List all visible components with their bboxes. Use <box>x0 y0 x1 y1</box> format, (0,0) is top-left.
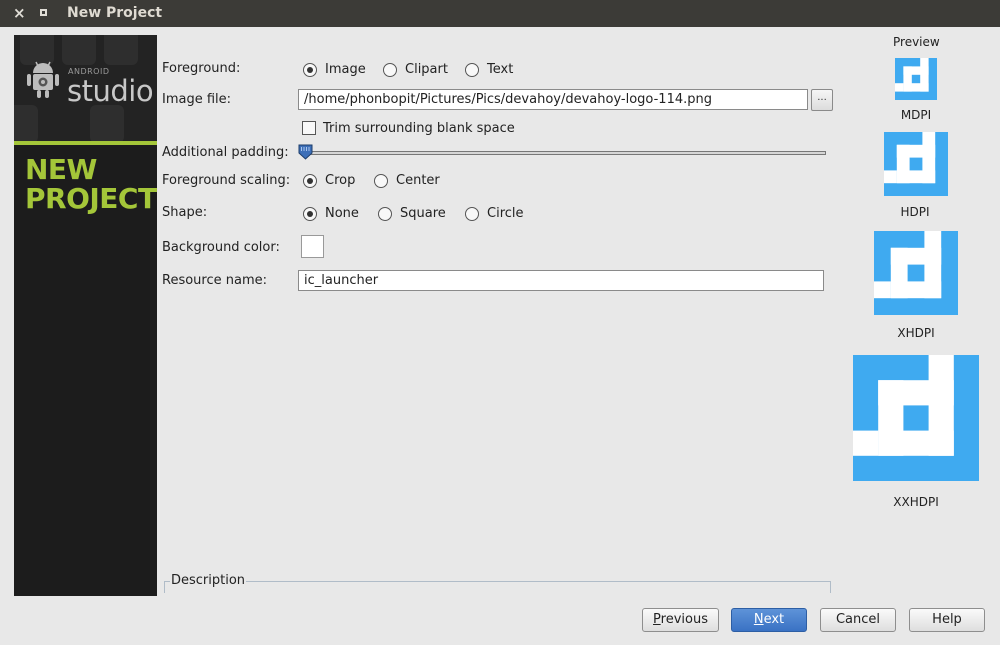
previous-button[interactable]: Previous <box>642 608 719 632</box>
density-label-xhdpi: XHDPI <box>897 326 935 340</box>
padding-slider-track[interactable] <box>305 151 826 155</box>
shape-circle-label[interactable]: Circle <box>487 206 524 221</box>
padding-slider-thumb[interactable] <box>298 144 313 160</box>
density-label-xxhdpi: XXHDPI <box>893 495 939 509</box>
devahoy-logo-icon-xhdpi <box>874 231 958 315</box>
foreground-image-label[interactable]: Image <box>325 62 366 77</box>
density-label-hdpi: HDPI <box>900 205 930 219</box>
previous-label-rest: revious <box>660 612 708 627</box>
banner-header: ANDROID studio <box>14 35 157 143</box>
shape-circle-radio[interactable] <box>465 207 479 221</box>
scaling-center-label[interactable]: Center <box>396 173 440 188</box>
background-color-label: Background color: <box>162 240 280 255</box>
cancel-button[interactable]: Cancel <box>820 608 896 632</box>
brand-big-text: studio <box>67 74 154 108</box>
banner-tile <box>62 35 96 65</box>
padding-label: Additional padding: <box>162 145 289 160</box>
next-button[interactable]: Next <box>731 608 807 632</box>
scaling-center-radio[interactable] <box>374 174 388 188</box>
devahoy-logo-icon-hdpi <box>884 132 948 196</box>
density-label-mdpi: MDPI <box>900 108 932 122</box>
previous-mnemonic: P <box>653 612 661 627</box>
shape-none-label[interactable]: None <box>325 206 359 221</box>
window-title: New Project <box>67 5 163 21</box>
trim-label[interactable]: Trim surrounding blank space <box>323 121 515 136</box>
resource-name-label: Resource name: <box>162 273 267 288</box>
help-button[interactable]: Help <box>909 608 985 632</box>
foreground-clipart-label[interactable]: Clipart <box>405 62 448 77</box>
shape-label: Shape: <box>162 205 208 220</box>
preview-title: Preview <box>893 35 940 49</box>
title-bar: × New Project <box>0 0 1000 27</box>
foreground-text-label[interactable]: Text <box>487 62 513 77</box>
shape-none-radio[interactable] <box>303 207 317 221</box>
description-label: Description <box>170 573 247 588</box>
browse-button[interactable]: ... <box>811 89 833 111</box>
shape-square-label[interactable]: Square <box>400 206 446 221</box>
scaling-crop-radio[interactable] <box>303 174 317 188</box>
foreground-label: Foreground: <box>162 61 241 76</box>
foreground-text-radio[interactable] <box>465 63 479 77</box>
android-studio-banner: ANDROID studio NEW PROJECT <box>14 35 157 596</box>
banner-tile <box>90 105 124 143</box>
shape-square-radio[interactable] <box>378 207 392 221</box>
close-icon[interactable]: × <box>13 4 26 22</box>
image-file-input[interactable]: /home/phonbopit/Pictures/Pics/devahoy/de… <box>298 89 808 110</box>
maximize-icon[interactable] <box>40 9 47 16</box>
devahoy-logo-icon-mdpi <box>895 58 937 100</box>
banner-headline-line2: PROJECT <box>25 182 157 215</box>
banner-tile <box>14 105 38 143</box>
devahoy-logo-icon-xxhdpi <box>853 355 979 481</box>
next-mnemonic: N <box>753 612 764 627</box>
android-robot-icon <box>27 61 59 98</box>
trim-checkbox[interactable] <box>302 121 316 135</box>
foreground-clipart-radio[interactable] <box>383 63 397 77</box>
description-box <box>164 581 831 593</box>
banner-tile <box>104 35 138 65</box>
foreground-image-radio[interactable] <box>303 63 317 77</box>
banner-accent-line <box>14 141 157 145</box>
image-file-label: Image file: <box>162 92 232 107</box>
scaling-label: Foreground scaling: <box>162 173 291 188</box>
resource-name-input[interactable]: ic_launcher <box>298 270 824 291</box>
scaling-crop-label[interactable]: Crop <box>325 173 355 188</box>
background-color-swatch[interactable] <box>301 235 324 258</box>
next-label-rest: ext <box>763 612 785 627</box>
